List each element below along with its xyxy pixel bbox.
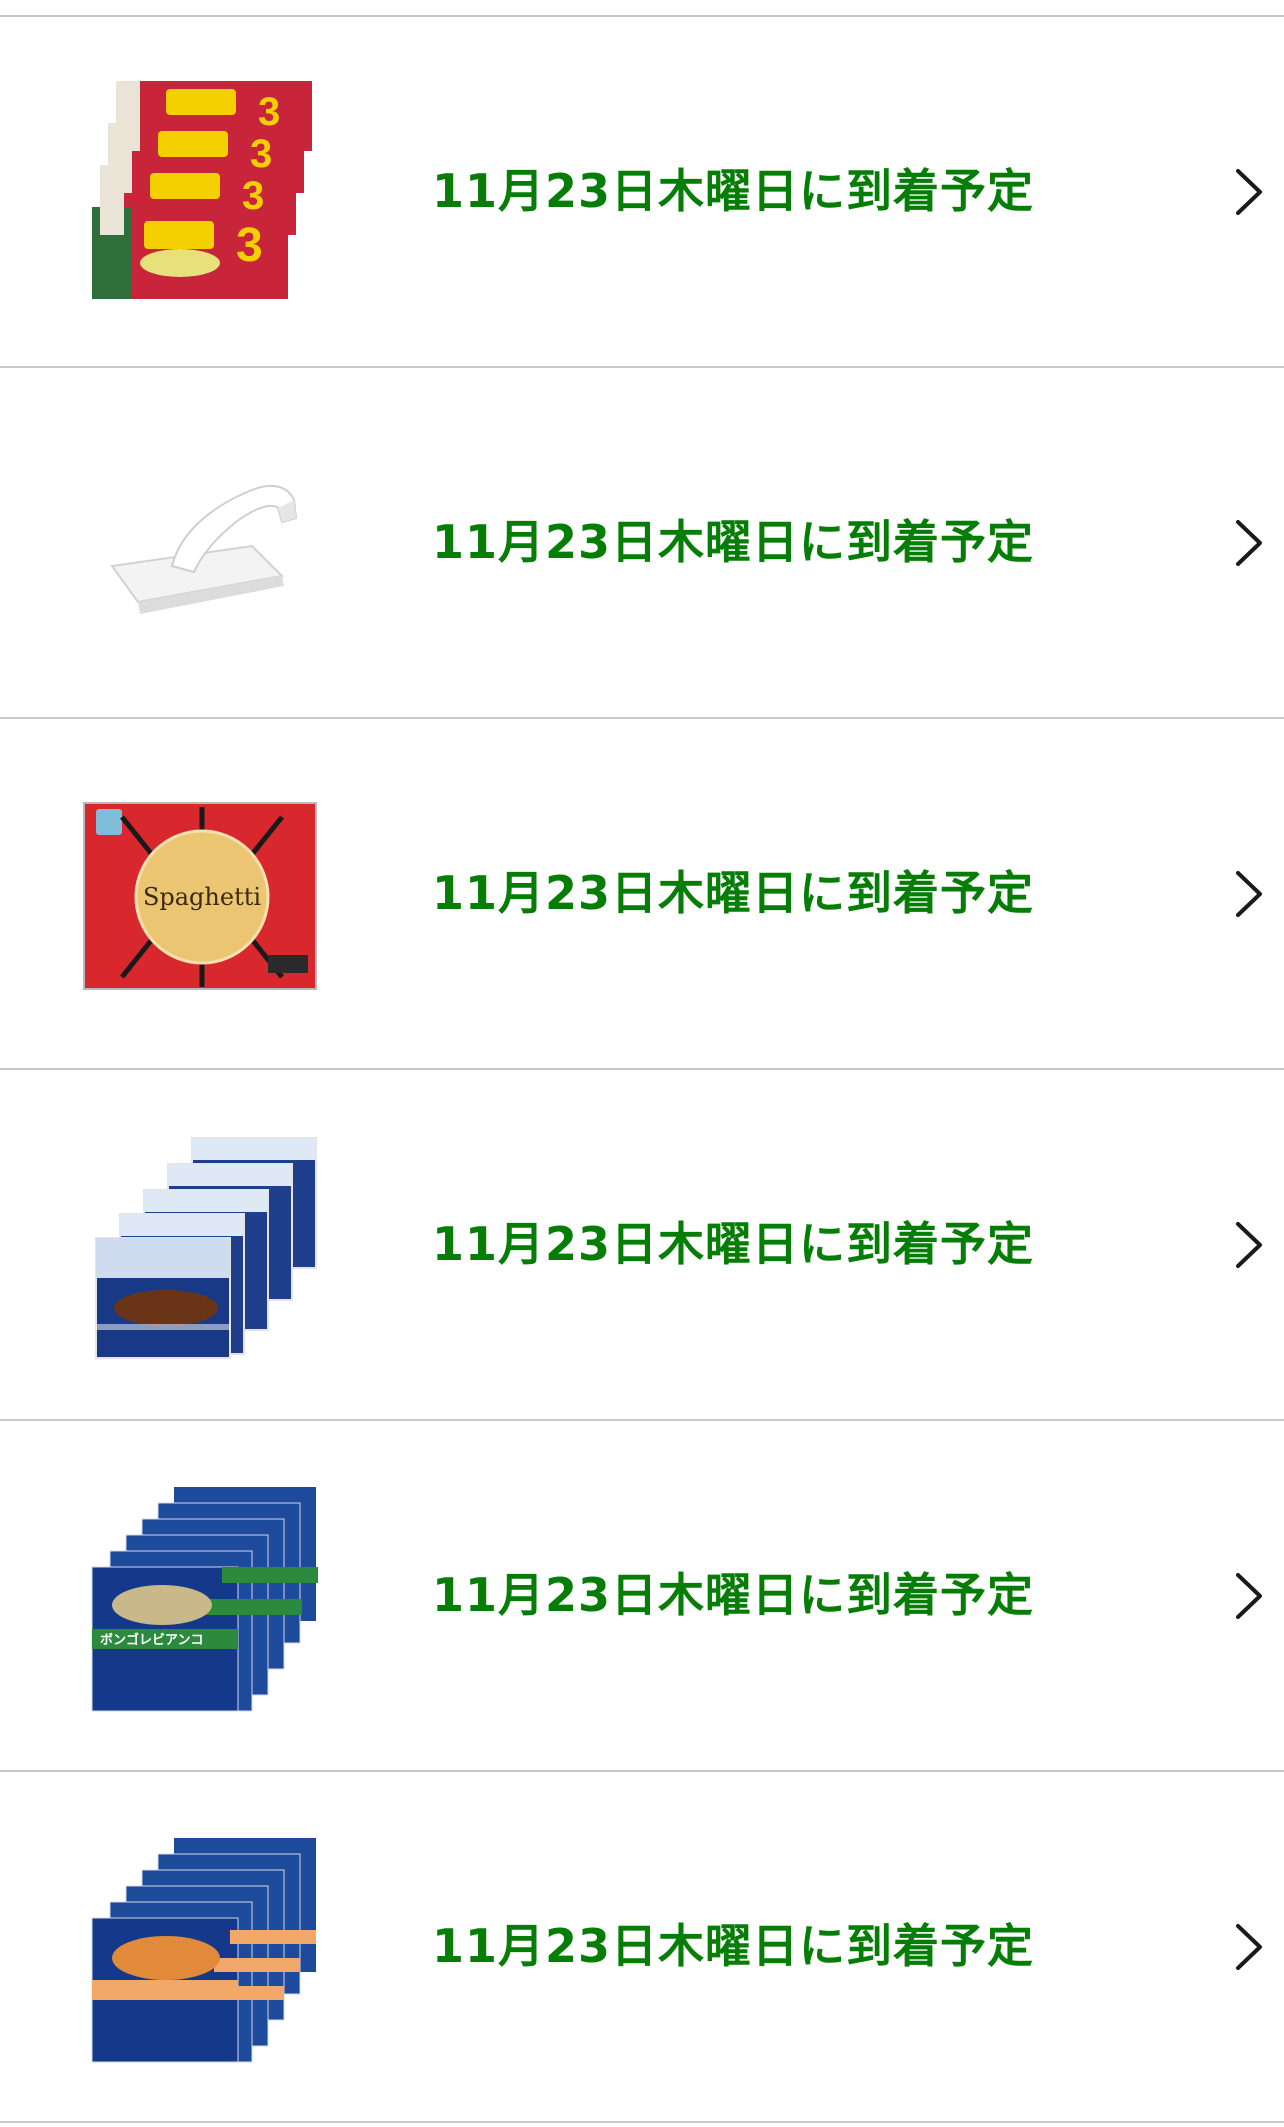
scrub-brush-icon (110, 484, 298, 614)
delivery-status: 11月23日木曜日に到着予定 (432, 866, 1035, 920)
delivery-status: 11月23日木曜日に到着予定 (432, 1568, 1035, 1622)
order-row[interactable]: Spaghetti 11月23日木曜日に到着予定 (0, 719, 1284, 1070)
chevron-right-icon (1232, 1922, 1266, 1972)
order-row[interactable]: 11月23日木曜日に到着予定 (0, 368, 1284, 719)
svg-text:3: 3 (258, 90, 280, 134)
svg-text:3: 3 (242, 174, 264, 218)
pasta-sauce-pouches-icon (95, 1137, 317, 1359)
product-thumbnail: ボンゴレビアンコ (82, 1479, 318, 1713)
product-thumbnail (82, 1830, 318, 2064)
order-row[interactable]: ボンゴレビアンコ 11月23日木曜日に到着予定 (0, 1421, 1284, 1772)
package-title: Spaghetti (143, 883, 261, 911)
spaghetti-package-icon: Spaghetti (83, 802, 317, 990)
chevron-right-icon (1232, 1571, 1266, 1621)
delivery-status: 11月23日木曜日に到着予定 (432, 164, 1035, 218)
order-row[interactable]: 11月23日木曜日に到着予定 (0, 1070, 1284, 1421)
pasta-sauce-pouches-icon (91, 1838, 316, 2063)
product-thumbnail (82, 426, 318, 660)
delivery-status: 11月23日木曜日に到着予定 (432, 515, 1035, 569)
product-thumbnail (82, 1128, 318, 1362)
svg-text:3: 3 (236, 219, 263, 272)
chevron-right-icon (1232, 518, 1266, 568)
pasta-package-stack-icon: 3 3 3 3 (92, 81, 312, 299)
order-row[interactable]: 3 3 3 3 11月23日木曜日に到着予定 (0, 17, 1284, 368)
delivery-status: 11月23日木曜日に到着予定 (432, 1217, 1035, 1271)
chevron-right-icon (1232, 167, 1266, 217)
order-list: 3 3 3 3 11月23日木曜日に到着予定 11月23日木曜日に到着予定 Sp… (0, 15, 1284, 2123)
svg-text:3: 3 (250, 132, 272, 176)
product-thumbnail: Spaghetti (82, 777, 318, 1011)
delivery-status: 11月23日木曜日に到着予定 (432, 1919, 1035, 1973)
package-title: ボンゴレビアンコ (100, 1632, 203, 1648)
order-row[interactable]: 11月23日木曜日に到着予定 (0, 1772, 1284, 2123)
pasta-sauce-pouches-icon: ボンゴレビアンコ (91, 1487, 318, 1712)
chevron-right-icon (1232, 869, 1266, 919)
chevron-right-icon (1232, 1220, 1266, 1270)
product-thumbnail: 3 3 3 3 (82, 75, 318, 309)
